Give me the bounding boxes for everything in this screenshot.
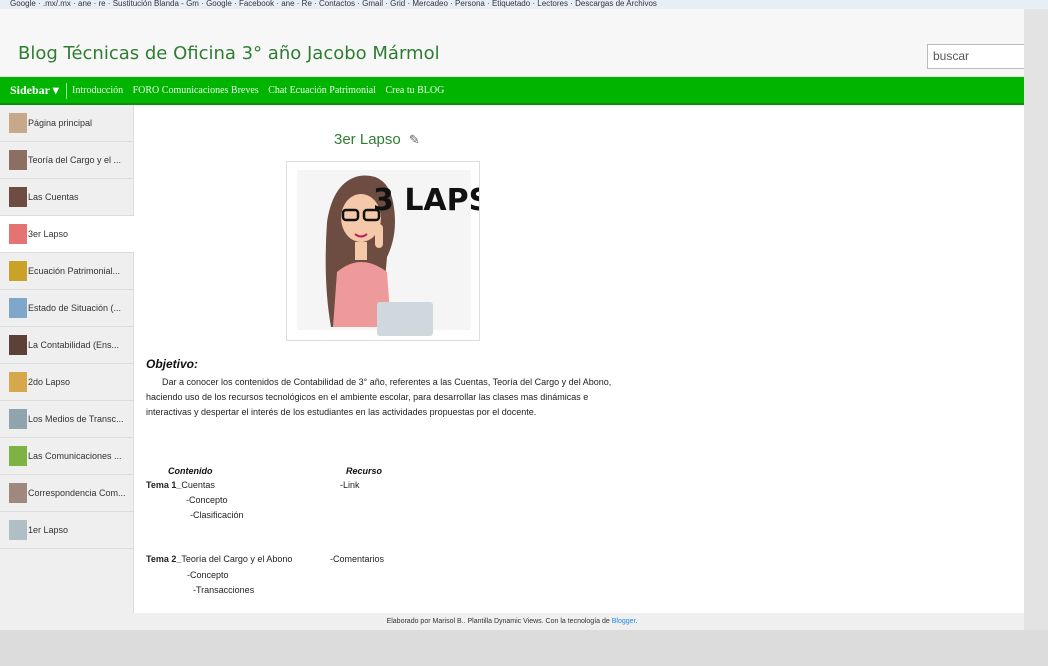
objective-text: Dar a conocer los contenidos de Contabil… — [146, 377, 612, 417]
page-thumbnail-icon — [9, 261, 27, 281]
sidebar-item-label: 1er Lapso — [28, 525, 69, 535]
page-thumbnail-icon — [9, 187, 27, 207]
tema1-name: Cuentas — [181, 480, 215, 490]
navbar: Sidebar ▾ Introducción FORO Comunicacion… — [0, 77, 1024, 105]
nav-link-foro[interactable]: FORO Comunicaciones Breves — [133, 85, 259, 96]
nav-link-introduccion[interactable]: Introducción — [72, 85, 123, 96]
tema1-sub2: -Clasificación — [190, 510, 244, 520]
page-thumbnail-icon — [9, 520, 27, 540]
page-thumbnail-icon — [9, 298, 27, 318]
lapso-caption-text: 3 LAPSO — [373, 183, 480, 218]
blogger-link[interactable]: Blogger — [612, 618, 636, 625]
sidebar-dropdown-button[interactable]: Sidebar ▾ — [10, 83, 59, 98]
blog-title[interactable]: Blog Técnicas de Oficina 3° año Jacobo M… — [18, 43, 440, 64]
nav-links: Introducción FORO Comunicaciones Breves … — [72, 85, 451, 96]
browser-bottom-band — [0, 630, 1048, 666]
sidebar-item-teoria-cargo[interactable]: Teoría del Cargo y el ... — [0, 142, 133, 179]
sidebar-item-label: Teoría del Cargo y el ... — [28, 155, 122, 165]
page-thumbnail-icon — [9, 335, 27, 355]
page-thumbnail-icon — [9, 113, 27, 133]
nav-divider — [66, 83, 67, 99]
tema1-line: Tema 1_Cuentas — [146, 480, 215, 490]
objective-heading: Objetivo: — [146, 357, 199, 371]
sidebar-item-medios[interactable]: Los Medios de Transc... — [0, 401, 133, 438]
bookmarks-bar: Google · .mx/.mx · ane · re · Sustitució… — [0, 0, 1048, 9]
sidebar-item-label: 2do Lapso — [28, 377, 71, 387]
tema2-sub1: -Concepto — [187, 570, 229, 580]
browser-viewport: Blog Técnicas de Oficina 3° año Jacobo M… — [0, 9, 1024, 630]
sidebar-item-las-cuentas[interactable]: Las Cuentas — [0, 179, 133, 216]
pencil-edit-icon[interactable]: ✎ — [409, 132, 420, 148]
nav-link-chat[interactable]: Chat Ecuación Patrimonial — [268, 85, 376, 96]
teacher-illustration: 3 LAPSO — [297, 170, 480, 336]
sidebar-item-3er-lapso[interactable]: 3er Lapso — [0, 216, 135, 253]
objective-paragraph: Dar a conocer los contenidos de Contabil… — [146, 375, 622, 420]
lapso-illustration-image: 3 LAPSO — [286, 161, 480, 341]
sidebar-item-label: Página principal — [28, 118, 93, 128]
footer-text: Elaborado por Marisol B.. Plantilla Dyna… — [386, 618, 612, 625]
sidebar-item-pagina-principal[interactable]: Página principal — [0, 105, 133, 142]
post-content: 3er Lapso ✎ 3 LAPSO Objetivo: Dar a cono… — [134, 105, 1024, 613]
nav-link-crea-blog[interactable]: Crea tu BLOG — [385, 85, 444, 96]
page-thumbnail-icon — [9, 150, 27, 170]
resource-column-header: Recurso — [346, 466, 383, 476]
page-thumbnail-icon — [9, 483, 27, 503]
sidebar: Página principal Teoría del Cargo y el .… — [0, 105, 135, 630]
page-thumbnail-icon — [9, 446, 27, 466]
sidebar-item-label: Ecuación Patrimonial... — [28, 266, 121, 276]
tema2-sub2: -Transacciones — [193, 585, 255, 595]
sidebar-item-label: Las Comunicaciones ... — [28, 451, 122, 461]
sidebar-item-ecuacion[interactable]: Ecuación Patrimonial... — [0, 253, 133, 290]
tema1-sub1: -Concepto — [186, 495, 228, 505]
post-title: 3er Lapso ✎ — [334, 131, 420, 148]
sidebar-item-1er-lapso[interactable]: 1er Lapso — [0, 512, 133, 549]
post-title-text: 3er Lapso — [334, 131, 401, 148]
footer-end: . — [635, 618, 638, 625]
sidebar-item-correspondencia[interactable]: Correspondencia Com... — [0, 475, 133, 512]
sidebar-item-label: La Contabilidad (Ens... — [28, 340, 120, 350]
page-thumbnail-icon — [9, 372, 27, 392]
tema2-resource-link[interactable]: -Comentarios — [330, 554, 384, 564]
search-input[interactable]: buscar — [927, 44, 1024, 69]
tema2-label: Tema 2_ — [146, 554, 182, 564]
sidebar-item-label: Los Medios de Transc... — [28, 414, 124, 424]
page-thumbnail-icon — [9, 409, 27, 429]
content-column-header: Contenido — [168, 466, 213, 476]
sidebar-item-label: Correspondencia Com... — [28, 488, 126, 498]
page-thumbnail-icon — [9, 224, 27, 244]
sidebar-item-label: 3er Lapso — [28, 229, 69, 239]
sidebar-item-2do-lapso[interactable]: 2do Lapso — [0, 364, 133, 401]
sidebar-item-estado-situacion[interactable]: Estado de Situación (... — [0, 290, 133, 327]
sidebar-item-contabilidad[interactable]: La Contabilidad (Ens... — [0, 327, 133, 364]
sidebar-item-label: Estado de Situación (... — [28, 303, 122, 313]
page-scroll-edge — [1024, 9, 1048, 630]
blog-header: Blog Técnicas de Oficina 3° año Jacobo M… — [0, 9, 1024, 77]
page-footer: Elaborado por Marisol B.. Plantilla Dyna… — [0, 613, 1024, 630]
tema1-label: Tema 1_ — [146, 480, 182, 490]
sidebar-item-label: Las Cuentas — [28, 192, 79, 202]
tema1-resource-link[interactable]: -Link — [340, 480, 360, 490]
tema2-name: Teoría del Cargo y el Abono — [181, 554, 293, 564]
tema2-line: Tema 2_Teoría del Cargo y el Abono — [146, 554, 292, 564]
sidebar-item-comunicaciones[interactable]: Las Comunicaciones ... — [0, 438, 133, 475]
